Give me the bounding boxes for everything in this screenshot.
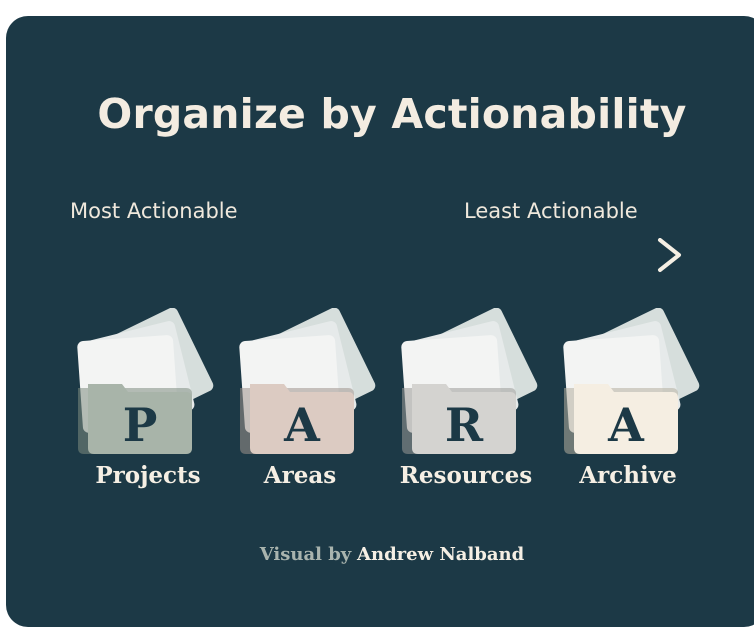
folder-letter: P bbox=[123, 398, 158, 452]
folder-icon: P bbox=[77, 308, 214, 454]
folder-areas: A bbox=[228, 308, 388, 468]
folder-resources: R bbox=[390, 308, 550, 468]
folder-icon: R bbox=[401, 308, 538, 454]
credit-author: Andrew Nalband bbox=[357, 544, 525, 565]
category-label-archive: Archive bbox=[579, 462, 677, 489]
folder-letter: A bbox=[283, 398, 321, 452]
credit-prefix: Visual by bbox=[259, 544, 352, 565]
most-actionable-label: Most Actionable bbox=[70, 199, 238, 223]
credit-line: Visual by Andrew Nalband bbox=[6, 544, 754, 565]
para-card: Organize by Actionability Most Actionabl… bbox=[6, 16, 754, 627]
folder-letter: A bbox=[607, 398, 645, 452]
folder-icon: A bbox=[239, 308, 376, 454]
folder-letter: R bbox=[445, 398, 484, 452]
category-label-areas: Areas bbox=[263, 462, 337, 489]
category-label-resources: Resources bbox=[399, 462, 533, 489]
page-title: Organize by Actionability bbox=[97, 90, 687, 138]
folder-projects: P bbox=[66, 308, 226, 468]
arrow-right-icon bbox=[66, 238, 681, 272]
folder-archive: A bbox=[552, 308, 712, 468]
folder-icon: A bbox=[563, 308, 700, 454]
least-actionable-label: Least Actionable bbox=[464, 199, 638, 223]
category-label-projects: Projects bbox=[95, 462, 201, 489]
